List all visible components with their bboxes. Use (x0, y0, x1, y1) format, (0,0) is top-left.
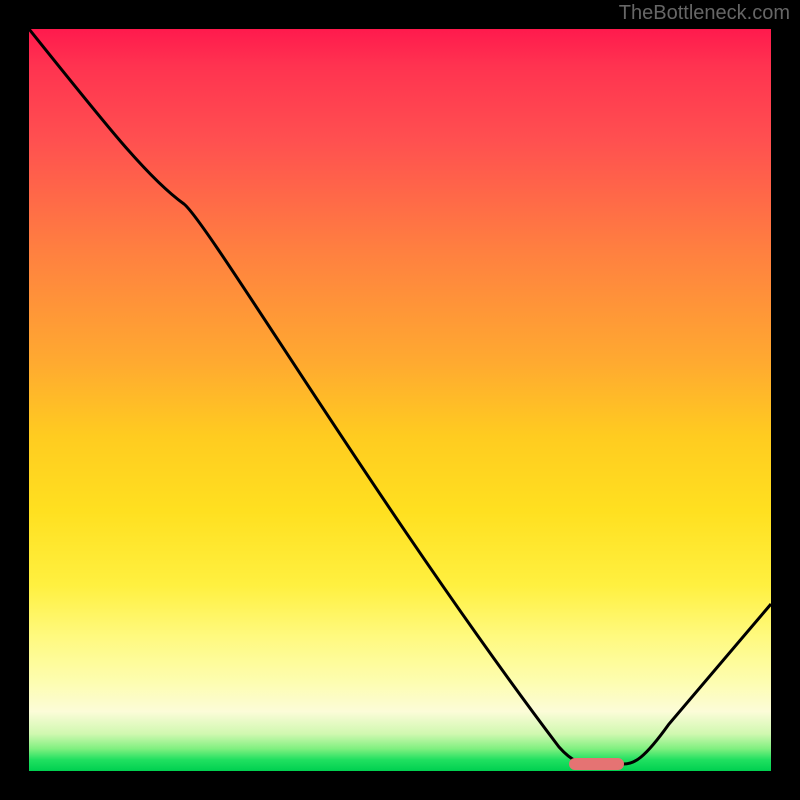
curve-svg (29, 29, 771, 771)
chart-container: TheBottleneck.com (0, 0, 800, 800)
optimal-marker (569, 758, 624, 770)
watermark-text: TheBottleneck.com (619, 2, 790, 25)
bottleneck-curve (29, 29, 771, 764)
